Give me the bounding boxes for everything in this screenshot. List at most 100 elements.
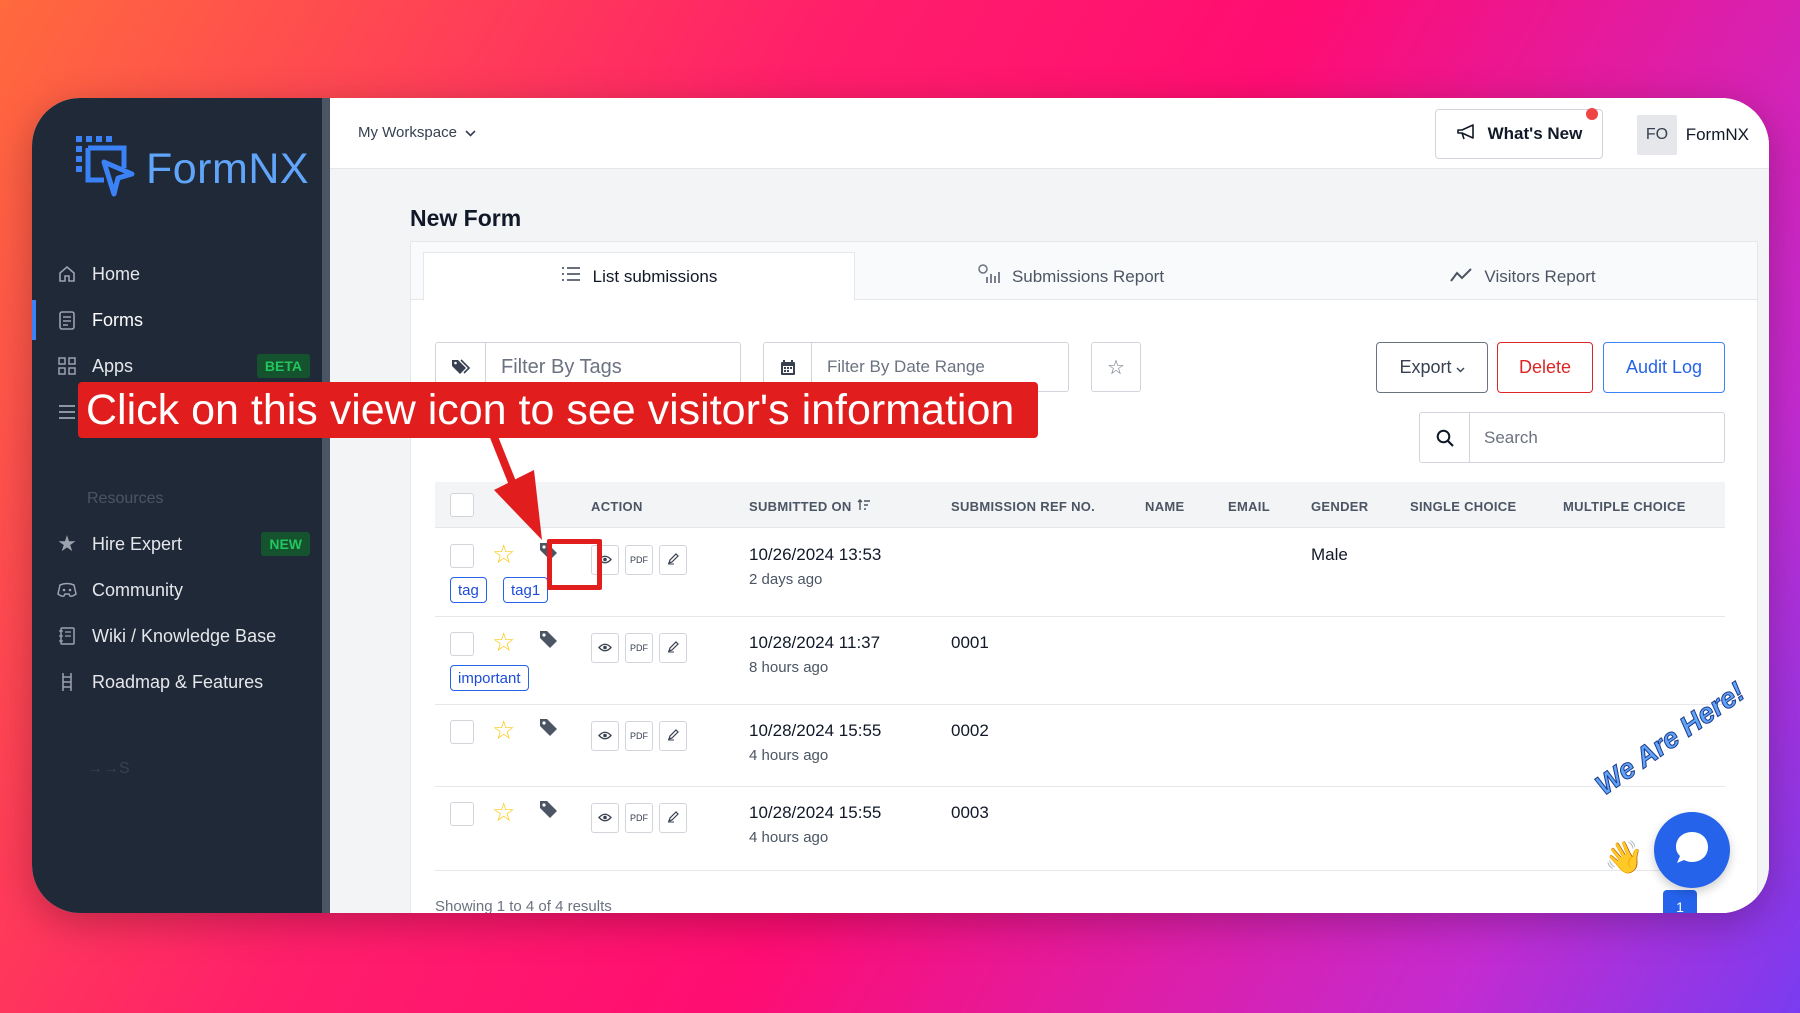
tab-list-submissions[interactable]: List submissions bbox=[423, 252, 855, 301]
resources-label: Resources bbox=[87, 490, 164, 507]
sidebar-scrollbar[interactable] bbox=[322, 98, 330, 913]
chevron-down-icon bbox=[1456, 357, 1465, 378]
edit-icon bbox=[667, 641, 679, 655]
table-row: ☆ PDF 10/28/2024 15:55 4 hours ago 0003 bbox=[435, 787, 1725, 871]
submitted-relative: 8 hours ago bbox=[749, 659, 829, 676]
pdf-button[interactable]: PDF bbox=[625, 545, 653, 575]
edit-button[interactable] bbox=[659, 721, 687, 751]
view-button[interactable] bbox=[591, 633, 619, 663]
waving-hand-icon: 👋 bbox=[1604, 839, 1644, 875]
app-window: FormNX Home Forms Apps BETA Resources ★ … bbox=[32, 98, 1769, 913]
ref-no: 0002 bbox=[951, 721, 989, 740]
header-submitted-on[interactable]: SUBMITTED ON bbox=[749, 499, 871, 514]
row-checkbox[interactable] bbox=[450, 720, 474, 744]
search-field[interactable]: Search bbox=[1419, 412, 1725, 463]
tag-chip[interactable]: important bbox=[450, 665, 529, 691]
submitted-date: 10/28/2024 15:55 bbox=[749, 803, 882, 822]
export-label: Export bbox=[1399, 357, 1452, 377]
row-checkbox[interactable] bbox=[450, 544, 474, 568]
delete-button[interactable]: Delete bbox=[1497, 342, 1593, 393]
pdf-icon: PDF bbox=[630, 813, 648, 823]
header-action: ACTION bbox=[591, 499, 643, 514]
sidebar-item-label: Forms bbox=[92, 309, 143, 330]
row-checkbox[interactable] bbox=[450, 632, 474, 656]
tab-visitors-report[interactable]: Visitors Report bbox=[1287, 252, 1759, 301]
select-all-checkbox[interactable] bbox=[450, 493, 474, 517]
star-outline-icon: ☆ bbox=[1107, 356, 1125, 379]
whats-new-button[interactable]: What's New bbox=[1435, 108, 1603, 159]
sidebar-item-roadmap[interactable]: Roadmap & Features bbox=[32, 662, 322, 702]
favorite-star-icon[interactable]: ☆ bbox=[492, 715, 515, 746]
favorite-filter-button[interactable]: ☆ bbox=[1091, 342, 1141, 392]
row-checkbox[interactable] bbox=[450, 802, 474, 826]
page-title: New Form bbox=[410, 205, 522, 231]
tag-icon[interactable] bbox=[539, 717, 559, 743]
sidebar-item-label: Hire Expert bbox=[92, 533, 183, 554]
view-button[interactable] bbox=[591, 721, 619, 751]
topbar: My Workspace What's New FO FormNX bbox=[330, 98, 1769, 169]
header-name: NAME bbox=[1145, 499, 1185, 514]
menu-icon bbox=[54, 404, 80, 420]
pdf-icon: PDF bbox=[630, 555, 648, 565]
trend-line-icon bbox=[1450, 267, 1473, 287]
annotation-callout: Click on this view icon to see visitor's… bbox=[78, 382, 1038, 438]
tag-icon[interactable] bbox=[539, 629, 559, 655]
user-name[interactable]: FormNX bbox=[1686, 125, 1749, 145]
chevron-down-icon bbox=[465, 124, 476, 141]
sidebar-item-forms[interactable]: Forms bbox=[32, 300, 322, 340]
table-row: ☆ PDF 10/28/2024 15:55 4 hours ago 0002 bbox=[435, 705, 1725, 787]
sidebar: FormNX Home Forms Apps BETA Resources ★ … bbox=[32, 98, 330, 913]
pdf-button[interactable]: PDF bbox=[625, 633, 653, 663]
sidebar-item-apps[interactable]: Apps BETA bbox=[32, 346, 322, 386]
tag-chip[interactable]: tag1 bbox=[503, 577, 549, 603]
sidebar-item-home[interactable]: Home bbox=[32, 254, 322, 294]
search-placeholder: Search bbox=[1484, 427, 1538, 447]
formnx-logo-icon bbox=[74, 134, 136, 205]
logo[interactable]: FormNX bbox=[74, 134, 309, 205]
new-badge: NEW bbox=[261, 532, 310, 556]
tab-label: Visitors Report bbox=[1484, 266, 1596, 286]
page-button-1[interactable]: 1 bbox=[1663, 890, 1697, 913]
chat-button[interactable] bbox=[1654, 812, 1730, 888]
eye-icon bbox=[598, 813, 612, 824]
view-button[interactable] bbox=[591, 803, 619, 833]
submissions-card: List submissions Submissions Report Visi… bbox=[410, 241, 1758, 913]
edit-button[interactable] bbox=[659, 633, 687, 663]
pdf-button[interactable]: PDF bbox=[625, 721, 653, 751]
tabs: List submissions Submissions Report Visi… bbox=[411, 242, 1759, 301]
ref-no: 0001 bbox=[951, 633, 989, 652]
annotation-arrow-icon bbox=[488, 432, 542, 540]
edit-button[interactable] bbox=[659, 803, 687, 833]
avatar[interactable]: FO bbox=[1637, 115, 1677, 155]
sidebar-item-community[interactable]: Community bbox=[32, 570, 322, 610]
pdf-button[interactable]: PDF bbox=[625, 803, 653, 833]
wiki-icon bbox=[54, 627, 80, 645]
edit-button[interactable] bbox=[659, 545, 687, 575]
workspace-selector[interactable]: My Workspace bbox=[358, 124, 476, 141]
sidebar-item-label: Apps bbox=[92, 355, 134, 376]
whats-new-label: What's New bbox=[1487, 124, 1583, 143]
submitted-relative: 2 days ago bbox=[749, 571, 823, 588]
star-icon: ★ bbox=[57, 531, 77, 556]
sidebar-item-label: Roadmap & Features bbox=[92, 671, 264, 692]
table-row: ☆ PDF important 10/28/2024 11:37 8 hours… bbox=[435, 617, 1725, 705]
apps-icon bbox=[54, 357, 80, 375]
tag-icon[interactable] bbox=[539, 799, 559, 825]
favorite-star-icon[interactable]: ☆ bbox=[492, 797, 515, 828]
edit-icon bbox=[667, 729, 679, 743]
sidebar-item-hire-expert[interactable]: ★ Hire Expert NEW bbox=[32, 524, 322, 564]
home-icon bbox=[54, 265, 80, 283]
tab-label: List submissions bbox=[592, 266, 718, 286]
eye-icon bbox=[598, 731, 612, 742]
sidebar-item-label: Community bbox=[92, 579, 184, 600]
table-header: ACTION SUBMITTED ON SUBMISSION REF NO. N… bbox=[435, 482, 1725, 528]
pdf-icon: PDF bbox=[630, 731, 648, 741]
tag-chip[interactable]: tag bbox=[450, 577, 487, 603]
document-icon bbox=[54, 310, 80, 330]
tab-label: Submissions Report bbox=[1011, 266, 1165, 286]
sidebar-item-wiki[interactable]: Wiki / Knowledge Base bbox=[32, 616, 322, 656]
audit-log-button[interactable]: Audit Log bbox=[1603, 342, 1725, 393]
export-button[interactable]: Export bbox=[1376, 342, 1488, 393]
favorite-star-icon[interactable]: ☆ bbox=[492, 627, 515, 658]
tab-submissions-report[interactable]: Submissions Report bbox=[855, 252, 1287, 301]
